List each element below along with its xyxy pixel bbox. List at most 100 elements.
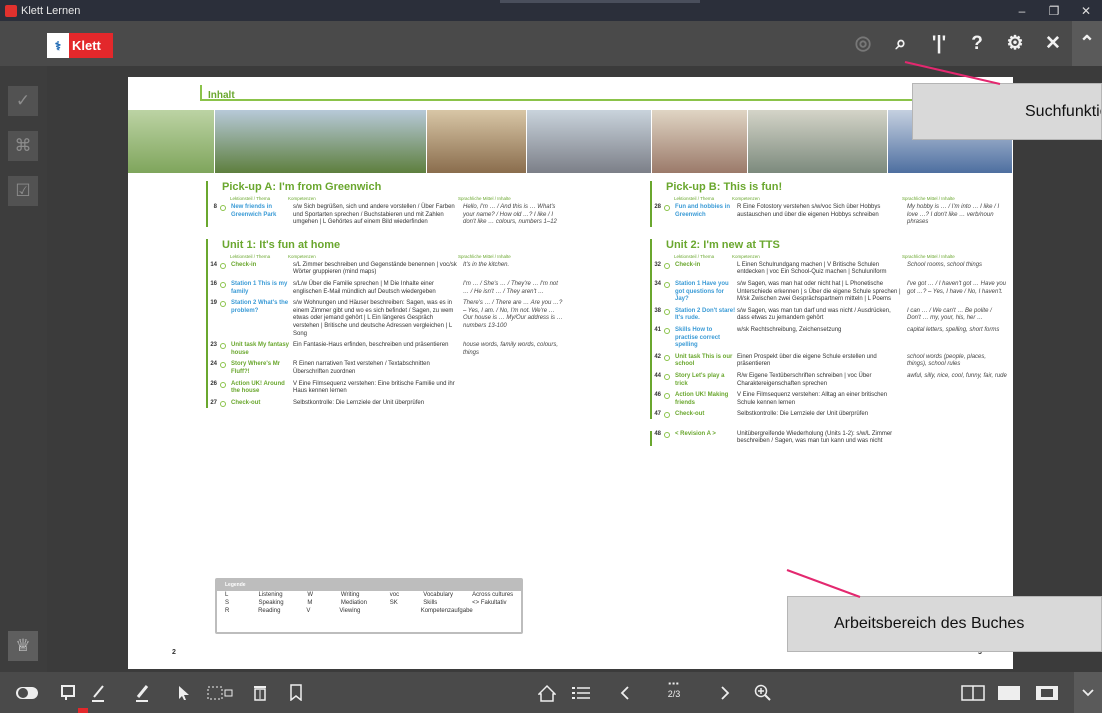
toc-row[interactable]: 8 New friends in Greenwich Park s/w Sich b… <box>206 204 636 227</box>
toc-theme: Action UK! Making friends <box>675 392 729 406</box>
page-indicator[interactable]: ▪▪▪ 2/3 <box>652 680 696 706</box>
bookmark-ribbon-icon[interactable]: '|' <box>920 21 958 66</box>
photo <box>426 110 526 173</box>
toc-theme: Story Let's play a trick <box>675 372 725 387</box>
toc-row[interactable]: 27 Check-out Selbstkontrolle: Die Lernziel… <box>206 400 636 408</box>
pointer-icon[interactable] <box>172 672 196 713</box>
titlebar-handle[interactable] <box>500 0 700 3</box>
toc-row[interactable]: 16 Station 1 This is my family s/L/w Über … <box>206 281 636 296</box>
list-icon[interactable] <box>568 672 594 713</box>
rail-task-icon[interactable]: ☑ <box>8 176 38 206</box>
highlighter-icon[interactable] <box>130 672 154 713</box>
column-header: Lektionsteil / Thema <box>674 196 715 201</box>
window-title: Klett Lernen <box>21 4 81 17</box>
toc-row[interactable]: 19 Station 2 What's the problem? s/w Wohnu… <box>206 300 636 338</box>
toc-row[interactable]: 47 Check-out Selbstkontrolle: Die Lernziel… <box>650 411 1013 419</box>
pen-icon[interactable] <box>86 672 110 713</box>
toc-row[interactable]: 26 Action UK! Around the house V Eine Film… <box>206 381 636 396</box>
rail-check-icon[interactable]: ✓ <box>8 86 38 116</box>
single-page-view-icon[interactable] <box>994 672 1024 713</box>
klett-logo-text: Klett <box>72 38 101 53</box>
toc-theme: Check-out <box>675 411 705 418</box>
settings-icon[interactable]: ⚙ <box>996 21 1034 66</box>
note-icon[interactable] <box>56 672 80 713</box>
toc-dot-icon <box>664 431 670 438</box>
search-icon[interactable]: ⌕ <box>882 21 920 66</box>
toc-row[interactable]: 34 Station 1 Have you got questions for J… <box>650 281 1013 304</box>
bottom-toolbar: ▪▪▪ 2/3 <box>0 672 1102 713</box>
toc-competences: Unitübergreifende Wiederholung (Units 1-… <box>737 430 893 445</box>
fit-view-icon[interactable] <box>1032 672 1062 713</box>
column-header: Sprachliche Mittel / Inhalte <box>458 253 511 259</box>
toc-theme: Unit task My fantasy house <box>231 342 290 356</box>
toc-dot-icon <box>664 393 670 400</box>
toc-page-number: 26 <box>210 380 217 387</box>
toc-competences: s/w Sich begrüßen, sich und andere vorst… <box>293 204 455 226</box>
inhalt-divider <box>200 99 982 101</box>
bookmark-icon[interactable] <box>284 672 308 713</box>
zoom-in-icon[interactable] <box>750 672 776 713</box>
toc-page-number: 46 <box>654 392 661 399</box>
column-header: Kompetenzen <box>732 196 760 201</box>
toc-row[interactable]: 28 Fun and hobbies in Greenwich R Eine Fot… <box>650 204 1013 227</box>
maximize-button[interactable]: ❐ <box>1038 0 1070 21</box>
app-icon <box>5 4 17 17</box>
toc-dot-icon <box>220 205 226 211</box>
close-icon[interactable]: ✕ <box>1034 21 1072 66</box>
toc-row[interactable]: 23 Unit task My fantasy house Ein Fantasie… <box>206 342 636 357</box>
toc-language-means: My hobby is … / I'm into … I like / I lo… <box>907 204 1000 226</box>
toc-row[interactable]: 32 Check-in L Einen Schulrundgang machen |… <box>650 262 1013 277</box>
toc-competences: s/L Zimmer beschreiben und Gegenstände b… <box>293 261 457 276</box>
legend-entry: Reading <box>258 608 281 614</box>
double-page-view-icon[interactable] <box>958 672 988 713</box>
toc-row[interactable]: 44 Story Let's play a trick R/w Eigene Tex… <box>650 373 1013 388</box>
user-icon[interactable]: ♕ <box>8 631 38 661</box>
legend-entry: R <box>225 608 230 614</box>
toc-dot-icon <box>664 373 670 380</box>
rail-puzzle-icon[interactable]: ⌘ <box>8 131 38 161</box>
toc-competences: R Einen narrativen Text verstehen / Text… <box>293 361 430 375</box>
section-title[interactable]: Pick-up B: This is fun! <box>666 181 1013 193</box>
toc-row[interactable]: 46 Action UK! Making friends V Eine Filmse… <box>650 392 1013 407</box>
globe-icon[interactable]: ◎ <box>844 21 882 66</box>
section-header-row: Lektionsteil / Thema Kompetenzen Sprachlic… <box>226 254 636 259</box>
toc-row[interactable]: 24 Story Where's Mr Fluff?! R Einen narrat… <box>206 361 636 376</box>
toc-dot-icon <box>220 281 226 288</box>
select-area-icon[interactable] <box>204 672 236 713</box>
section-header-row: Lektionsteil / Thema Kompetenzen Sprachlic… <box>226 196 636 201</box>
toc-row[interactable]: 38 Station 2 Don't stare! It's rude. s/w S… <box>650 308 1013 323</box>
book-workspace[interactable]: Inhalt Pick-up A: I'm from Greenwich Lekt… <box>128 77 1013 669</box>
previous-page-icon[interactable] <box>612 672 638 713</box>
section-title[interactable]: Unit 1: It's fun at home <box>222 239 636 251</box>
collapse-down-icon[interactable] <box>1074 672 1102 713</box>
toc-page-number: 44 <box>654 372 661 379</box>
minimize-button[interactable]: – <box>1006 0 1038 21</box>
toc-dot-icon <box>664 412 670 419</box>
help-icon[interactable]: ? <box>958 21 996 66</box>
toc-row[interactable]: 42 Unit task This is our school Einen Pros… <box>650 354 1013 369</box>
toc-competences: Selbstkontrolle: Die Lernziele der Unit … <box>293 399 425 406</box>
section-bar <box>206 238 208 408</box>
section-title[interactable]: Pick-up A: I'm from Greenwich <box>222 181 636 193</box>
active-tool-indicator <box>78 708 88 713</box>
window-close-button[interactable]: ✕ <box>1070 0 1102 21</box>
home-icon[interactable] <box>534 672 560 713</box>
toc-competences: Selbstkontrolle: Die Lernziele der Unit … <box>737 411 869 418</box>
collapse-up-icon[interactable]: ⌃ <box>1072 21 1102 66</box>
toc-row[interactable]: 48 < Revision A > Unitübergreifende Wieder… <box>650 431 1013 446</box>
toc-theme: Check-out <box>231 399 261 406</box>
trash-icon[interactable] <box>248 672 272 713</box>
next-page-icon[interactable] <box>712 672 738 713</box>
toc-competences: s/w Sagen, was man tun darf und was nich… <box>737 307 891 322</box>
column-header: Kompetenzen <box>732 253 760 259</box>
toc-language-means <box>907 411 1007 419</box>
toc-competences: V Eine Filmsequenz verstehen: Eine briti… <box>293 380 455 395</box>
toc-row[interactable]: 14 Check-in s/L Zimmer beschreiben und Geg… <box>206 262 636 277</box>
toc-page-number: 8 <box>213 204 217 210</box>
toggle-icon[interactable] <box>12 672 42 713</box>
toc-language-means: house words, family words, colours, thin… <box>463 342 559 356</box>
toc-row[interactable]: 41 Skills How to practise correct spellin… <box>650 327 1013 350</box>
legend-entry: Across cultures <box>472 592 514 598</box>
toc-dot-icon <box>220 381 226 388</box>
section-title[interactable]: Unit 2: I'm new at TTS <box>666 239 1013 251</box>
